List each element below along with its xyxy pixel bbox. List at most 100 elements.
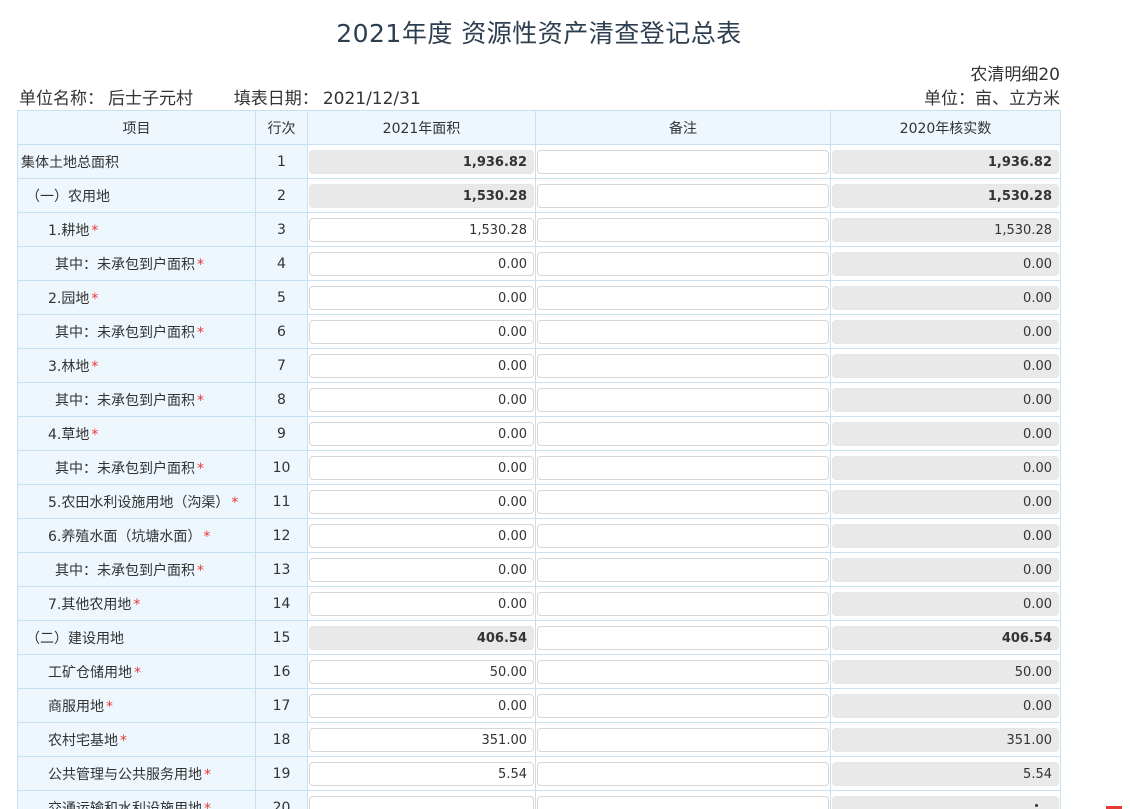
- area-2020-cell: 0.00: [830, 552, 1061, 587]
- remark-input[interactable]: [537, 149, 829, 174]
- area-2020-value: 1,530.28: [832, 217, 1059, 242]
- row-item-label: 其中：未承包到户面积: [55, 324, 195, 341]
- required-star-icon: *: [106, 698, 113, 715]
- table-row: 其中：未承包到户面积 * 6 0.00 0.00: [17, 314, 1061, 349]
- table-row: 其中：未承包到户面积 * 13 0.00 0.00: [17, 552, 1061, 587]
- remark-input[interactable]: [537, 353, 829, 378]
- area-2021-input[interactable]: 0.00: [309, 387, 534, 412]
- meta-line: 单位名称： 后士子元村 填表日期： 2021/12/31: [19, 84, 425, 109]
- remark-input[interactable]: [537, 319, 829, 344]
- area-2021-input[interactable]: 5.54: [309, 761, 534, 786]
- row-item-label: 3.林地: [48, 358, 90, 375]
- area-2021-cell: 0.00: [307, 280, 536, 315]
- remark-cell: [535, 178, 831, 213]
- area-2021-total: 406.54: [309, 625, 534, 650]
- remark-cell: [535, 348, 831, 383]
- area-2021-input[interactable]: 0.00: [309, 591, 534, 616]
- remark-input[interactable]: [537, 387, 829, 412]
- area-2020-cell: 0.00: [830, 348, 1061, 383]
- row-item-cell: 3.林地 *: [17, 348, 256, 383]
- remark-input[interactable]: [537, 591, 829, 616]
- area-2020-value: 1,936.82: [832, 149, 1059, 174]
- area-2021-input[interactable]: 1,530.28: [309, 217, 534, 242]
- table-row: 5.农田水利设施用地（沟渠） * 11 0.00 0.00: [17, 484, 1061, 519]
- row-item-cell: 4.草地 *: [17, 416, 256, 451]
- column-header-remark: 备注: [535, 110, 831, 145]
- row-item-cell: 1.耕地 *: [17, 212, 256, 247]
- remark-input[interactable]: [537, 727, 829, 752]
- remark-input[interactable]: [537, 761, 829, 786]
- row-item-label: 1.耕地: [48, 222, 90, 239]
- area-2020-cell: 0.00: [830, 280, 1061, 315]
- area-2021-input[interactable]: 0.00: [309, 693, 534, 718]
- area-2021-input[interactable]: 0.00: [309, 489, 534, 514]
- required-star-icon: *: [91, 358, 99, 375]
- area-2021-input[interactable]: [309, 795, 534, 809]
- area-2021-cell: 0.00: [307, 586, 536, 621]
- area-2021-cell: 1,530.28: [307, 212, 536, 247]
- row-item-cell: 其中：未承包到户面积 *: [17, 382, 256, 417]
- area-2020-value: [832, 795, 1059, 809]
- area-2021-input[interactable]: 0.00: [309, 557, 534, 582]
- remark-input[interactable]: [537, 795, 829, 809]
- area-2021-input[interactable]: 0.00: [309, 251, 534, 276]
- row-item-label: 4.草地: [48, 426, 90, 443]
- required-star-icon: *: [133, 596, 141, 613]
- remark-cell: [535, 722, 831, 757]
- area-2021-input[interactable]: 0.00: [309, 319, 534, 344]
- row-item-cell: 其中：未承包到户面积 *: [17, 552, 256, 587]
- area-2021-input[interactable]: 0.00: [309, 285, 534, 310]
- required-star-icon: *: [197, 324, 204, 341]
- remark-input[interactable]: [537, 659, 829, 684]
- remark-input[interactable]: [537, 625, 829, 650]
- area-2021-input[interactable]: 0.00: [309, 523, 534, 548]
- remark-input[interactable]: [537, 421, 829, 446]
- row-number: 19: [255, 756, 308, 791]
- remark-input[interactable]: [537, 489, 829, 514]
- remark-input[interactable]: [537, 251, 829, 276]
- area-2021-cell: 1,936.82: [307, 144, 536, 179]
- row-item-cell: 交通运输和水利设施用地 *: [17, 790, 256, 809]
- area-2021-input[interactable]: 0.00: [309, 353, 534, 378]
- remark-input[interactable]: [537, 285, 829, 310]
- area-2021-cell: 0.00: [307, 348, 536, 383]
- area-2021-total: 1,530.28: [309, 183, 534, 208]
- remark-cell: [535, 314, 831, 349]
- area-2020-value: 0.00: [832, 319, 1059, 344]
- remark-cell: [535, 654, 831, 689]
- area-2021-input[interactable]: 0.00: [309, 421, 534, 446]
- table-row: 1.耕地 * 3 1,530.28 1,530.28: [17, 212, 1061, 247]
- remark-input[interactable]: [537, 557, 829, 582]
- table-row: 2.园地 * 5 0.00 0.00: [17, 280, 1061, 315]
- area-2020-cell: 0.00: [830, 586, 1061, 621]
- table-row: 其中：未承包到户面积 * 4 0.00 0.00: [17, 246, 1061, 281]
- area-2021-input[interactable]: 50.00: [309, 659, 534, 684]
- row-item-cell: 其中：未承包到户面积 *: [17, 314, 256, 349]
- column-header-area-2020: 2020年核实数: [830, 110, 1061, 145]
- row-number: 3: [255, 212, 308, 247]
- remark-input[interactable]: [537, 523, 829, 548]
- unit-name-value: 后士子元村: [108, 89, 193, 109]
- area-2020-value: 50.00: [832, 659, 1059, 684]
- unit-name-label: 单位名称：: [19, 89, 104, 109]
- row-number: 6: [255, 314, 308, 349]
- remark-input[interactable]: [537, 183, 829, 208]
- row-item-cell: 其中：未承包到户面积 *: [17, 246, 256, 281]
- area-2020-cell: 351.00: [830, 722, 1061, 757]
- area-2021-input[interactable]: 351.00: [309, 727, 534, 752]
- area-2021-cell: 351.00: [307, 722, 536, 757]
- remark-cell: [535, 756, 831, 791]
- remark-input[interactable]: [537, 455, 829, 480]
- row-number: 5: [255, 280, 308, 315]
- area-2020-cell: 1,936.82: [830, 144, 1061, 179]
- remark-cell: [535, 280, 831, 315]
- area-2021-cell: 0.00: [307, 688, 536, 723]
- row-number: 11: [255, 484, 308, 519]
- row-item-label: 7.其他农用地: [48, 596, 132, 613]
- required-star-icon: *: [197, 256, 204, 273]
- area-2021-input[interactable]: 0.00: [309, 455, 534, 480]
- remark-input[interactable]: [537, 693, 829, 718]
- area-2020-value: 0.00: [832, 523, 1059, 548]
- row-item-cell: 6.养殖水面（坑塘水面） *: [17, 518, 256, 553]
- remark-input[interactable]: [537, 217, 829, 242]
